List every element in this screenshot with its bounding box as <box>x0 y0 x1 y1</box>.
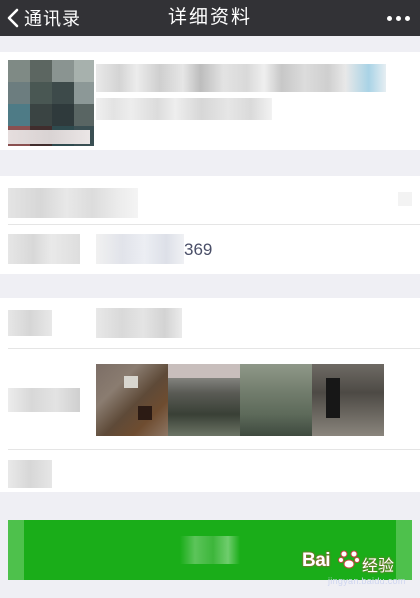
more-label-blurred <box>8 460 52 488</box>
nickname-blurred <box>96 64 386 92</box>
more-button[interactable] <box>387 0 410 36</box>
phone-number-blurred <box>96 234 184 264</box>
back-label: 通讯录 <box>24 9 81 29</box>
region-label-blurred <box>8 310 52 336</box>
phone-number-digits[interactable]: 369 <box>184 240 212 260</box>
navbar: 通讯录 详细资料 <box>0 0 420 36</box>
more-dots-icon <box>387 15 392 21</box>
send-message-label-blurred <box>180 536 240 564</box>
moments-photo-1 <box>96 364 168 436</box>
moments-photo-2 <box>168 364 240 436</box>
moments-photo-3 <box>240 364 312 436</box>
moments-label-blurred <box>8 388 80 412</box>
remark-label-blurred <box>8 188 138 218</box>
back-button[interactable]: 通讯录 <box>6 0 81 36</box>
send-message-button[interactable] <box>8 520 412 580</box>
phone-label-blurred <box>8 234 80 264</box>
wechat-id-blurred <box>96 98 272 120</box>
region-value-blurred <box>96 308 182 338</box>
more-row[interactable] <box>0 450 420 492</box>
chevron-left-icon <box>7 8 19 28</box>
region-row <box>0 298 420 348</box>
moments-photo-4 <box>312 364 384 436</box>
region-blurred <box>8 130 90 144</box>
